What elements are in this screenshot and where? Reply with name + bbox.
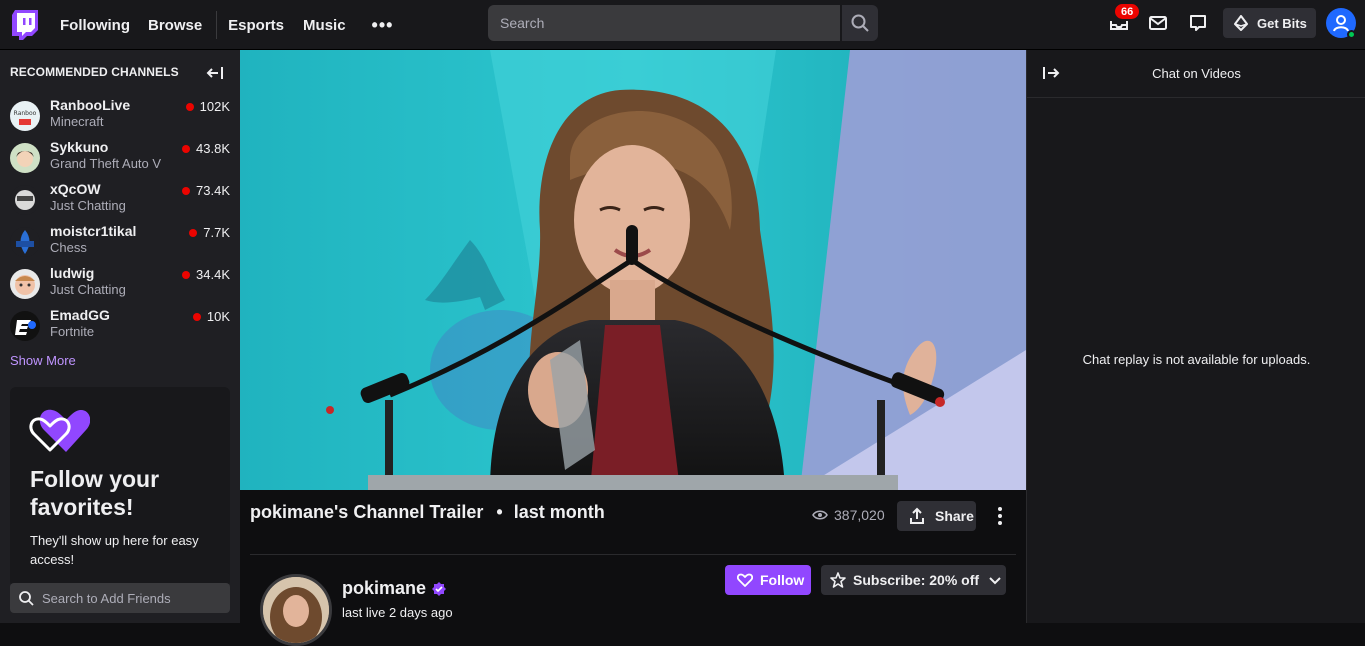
nav-esports[interactable]: Esports [228,17,284,34]
sidebar-channel-xqcow[interactable]: xQcOW Just Chatting 73.4K [0,180,240,222]
chat-panel: Chat on Videos Chat replay is not availa… [1026,50,1365,623]
search-icon [851,14,869,32]
channel-name: RanbooLive [50,97,131,113]
video-player[interactable] [240,50,1026,490]
channel-name: moistcr1tikal [50,223,137,239]
chat-unavailable-message: Chat replay is not available for uploads… [1082,352,1311,367]
whispers-icon[interactable] [1187,12,1209,34]
view-count: 387,020 [812,507,885,523]
video-frame [240,50,1026,490]
channel-name[interactable]: pokimane [342,578,447,599]
video-info: pokimane's Channel Trailer • last month … [240,490,1026,646]
search-bar [488,5,878,41]
viewer-count: 10K [192,309,230,324]
online-status-dot [1347,30,1356,39]
channel-name: EmadGG [50,307,110,323]
channel-avatar [10,227,40,257]
share-button[interactable]: Share [897,501,976,531]
channel-game: Chess [50,240,87,255]
nav-browse[interactable]: Browse [148,17,202,34]
chat-header: Chat on Videos [1027,50,1365,98]
live-indicator-icon [192,312,201,321]
channel-last-live: last live 2 days ago [342,605,453,620]
channel-name: xQcOW [50,181,101,197]
sidebar-channel-sykkuno[interactable]: Sykkuno Grand Theft Auto V 43.8K [0,138,240,180]
nav-divider [216,11,218,39]
live-indicator-icon [185,102,194,111]
sidebar-channel-emadgg[interactable]: EmadGG Fortnite 10K [0,306,240,348]
more-options-icon[interactable] [992,506,1008,526]
svg-text:Ranboo: Ranboo [14,110,37,117]
nav-music[interactable]: Music [303,17,346,34]
channel-avatar [10,269,40,299]
subscribe-button[interactable]: Subscribe: 20% off [821,565,1006,595]
friends-search-input[interactable] [42,590,222,606]
left-sidebar: RECOMMENDED CHANNELS Ranboo RanbooLive M… [0,50,240,623]
twitch-logo-icon[interactable] [12,10,38,40]
hearts-icon [29,409,90,452]
video-title: pokimane's Channel Trailer • last month [250,502,605,522]
chat-title: Chat on Videos [1152,66,1241,81]
live-indicator-icon [182,186,191,195]
search-button[interactable] [842,5,878,41]
share-label: Share [935,508,974,524]
promo-title: Follow your favorites! [30,466,160,520]
channel-name: Sykkuno [50,139,109,155]
channel-avatar [10,185,40,215]
verified-icon [432,581,447,596]
channel-avatar [10,311,40,341]
live-indicator-icon [182,270,191,279]
collapse-sidebar-icon[interactable] [206,64,224,82]
channel-avatar[interactable] [260,574,332,646]
subscribe-label: Subscribe: 20% off [853,572,980,588]
inbox-icon[interactable] [1147,12,1169,34]
viewer-count: 34.4K [182,267,230,282]
friends-search [10,583,230,613]
channel-name: ludwig [50,265,95,281]
sidebar-channel-moistcr1tikal[interactable]: moistcr1tikal Chess 7.7K [0,222,240,264]
top-navigation: Following Browse Esports Music ••• 66 [0,0,1365,50]
get-bits-label: Get Bits [1257,15,1307,31]
recommended-channels-heading: RECOMMENDED CHANNELS [10,65,179,79]
live-indicator-icon [189,228,198,237]
channel-game: Just Chatting [50,198,126,213]
notifications-badge: 66 [1114,3,1141,20]
follow-label: Follow [760,572,805,588]
search-input[interactable] [488,5,841,41]
live-indicator-icon [182,144,191,153]
channel-avatar: Ranboo [10,101,40,131]
primary-nav: Following Browse Esports Music ••• [60,0,393,50]
heart-icon [737,573,753,587]
channel-game: Grand Theft Auto V [50,156,162,171]
video-age: last month [513,502,605,522]
promo-body: They'll show up here for easy access! [30,533,199,567]
sidebar-channel-ludwig[interactable]: ludwig Just Chatting 34.4K [0,264,240,306]
viewer-count: 43.8K [182,141,230,156]
share-icon [910,507,924,524]
nav-following[interactable]: Following [60,17,130,34]
sidebar-channel-ranboolive[interactable]: Ranboo RanbooLive Minecraft 102K [0,96,240,138]
chevron-down-icon [989,577,1001,585]
get-bits-button[interactable]: Get Bits [1223,8,1316,38]
channel-game: Just Chatting [50,282,126,297]
more-menu-icon[interactable]: ••• [372,15,394,36]
channel-avatar [10,143,40,173]
search-icon [19,591,34,606]
follow-promo-card: Follow your favorites! They'll show up he… [10,387,230,587]
star-icon [830,572,846,588]
channel-game: Minecraft [50,114,104,129]
viewer-count: 102K [185,99,230,114]
show-more-link[interactable]: Show More [10,353,76,368]
divider [250,554,1016,555]
viewer-count: 73.4K [182,183,230,198]
viewer-count: 7.7K [189,225,230,240]
channel-game: Fortnite [50,324,95,339]
eye-icon [812,510,828,520]
follow-button[interactable]: Follow [725,565,811,595]
bits-icon [1234,15,1248,31]
